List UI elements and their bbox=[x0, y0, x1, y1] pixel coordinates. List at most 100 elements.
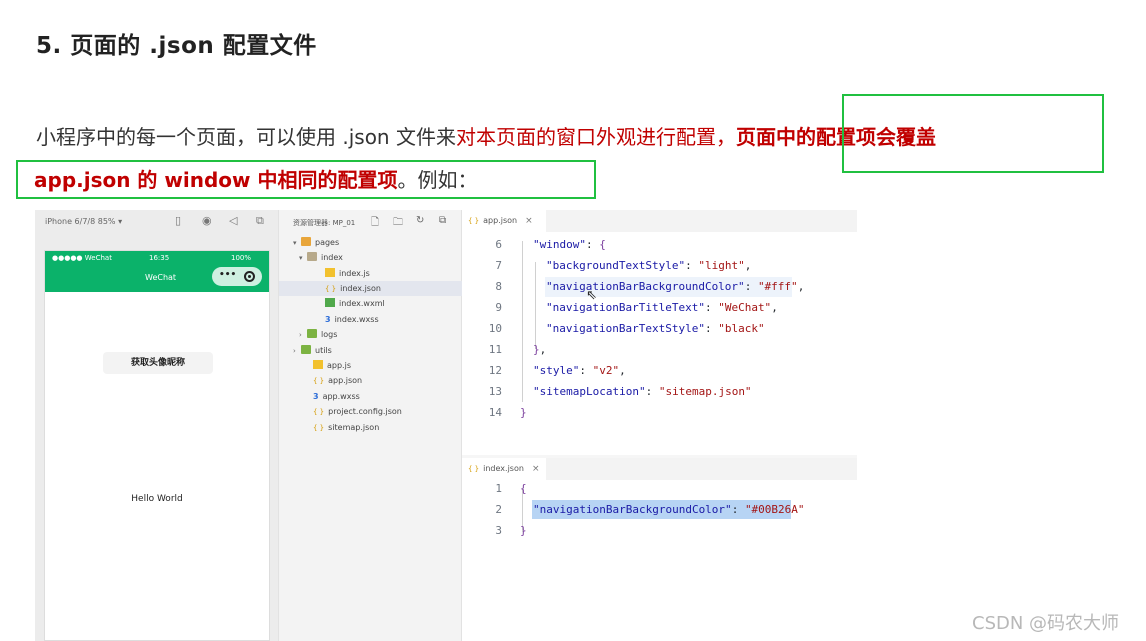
nav-title: WeChat bbox=[145, 273, 177, 282]
tree-item[interactable]: › utils bbox=[293, 343, 332, 358]
chevron-icon[interactable]: › bbox=[293, 344, 301, 359]
capsule-menu[interactable]: ••• bbox=[212, 267, 262, 286]
carrier-text: ●●●●● WeChat bbox=[52, 254, 112, 262]
tree-item-label: utils bbox=[315, 346, 332, 355]
simulator-toolbar: iPhone 6/7/8 85% ▾ ▯ ◉ ◁ ⧉ bbox=[35, 210, 278, 232]
json-file-icon: { } bbox=[313, 424, 325, 432]
code-line[interactable]: 7 "backgroundTextStyle": "light", bbox=[462, 255, 857, 276]
code-line[interactable]: 2 "navigationBarBackgroundColor": "#00B26… bbox=[462, 499, 857, 520]
line-number: 2 bbox=[495, 503, 502, 516]
folder-icon bbox=[301, 237, 311, 246]
tree-item[interactable]: ▾ index bbox=[299, 250, 343, 265]
explorer-header: 资源管理器: MP_01 🗋 🗀 ↻ ⧉ bbox=[279, 210, 463, 234]
code-line[interactable]: 8 "navigationBarBackgroundColor": "#fff", bbox=[462, 276, 857, 297]
code-line[interactable]: 13 "sitemapLocation": "sitemap.json" bbox=[462, 381, 857, 402]
line-number: 14 bbox=[488, 406, 502, 419]
tree-item[interactable]: { } project.config.json bbox=[305, 404, 402, 419]
code-line[interactable]: 9 "navigationBarTitleText": "WeChat", bbox=[462, 297, 857, 318]
json-file-icon: { } bbox=[313, 408, 325, 416]
tree-item-label: index.json bbox=[340, 284, 381, 293]
code-text: "navigationBarTextStyle": "black" bbox=[546, 322, 765, 335]
code-line[interactable]: 14} bbox=[462, 402, 857, 423]
new-file-icon[interactable]: 🗋 bbox=[371, 215, 379, 232]
code-text: "backgroundTextStyle": "light", bbox=[546, 259, 752, 272]
tree-item[interactable]: { } app.json bbox=[305, 373, 362, 388]
code-text: "navigationBarBackgroundColor": "#fff", bbox=[546, 280, 805, 293]
tab-app-json[interactable]: { } app.json × bbox=[462, 210, 546, 232]
mouse-cursor-icon: ⇖ bbox=[586, 288, 597, 303]
code-text: "style": "v2", bbox=[533, 364, 626, 377]
highlight-box-green bbox=[16, 160, 596, 199]
more-icon[interactable]: ••• bbox=[219, 270, 236, 280]
folder-open-icon bbox=[307, 252, 317, 261]
code-text: } bbox=[520, 524, 527, 537]
code-text: { bbox=[520, 482, 527, 495]
tree-item-label: index.js bbox=[339, 269, 370, 278]
json-file-icon: { } bbox=[313, 377, 325, 385]
line-number: 1 bbox=[495, 482, 502, 495]
line-number: 7 bbox=[495, 259, 502, 272]
line-number: 12 bbox=[488, 364, 502, 377]
record-icon[interactable]: ◉ bbox=[202, 214, 212, 227]
tree-item[interactable]: app.js bbox=[305, 358, 351, 373]
code-line[interactable]: 10 "navigationBarTextStyle": "black" bbox=[462, 318, 857, 339]
refresh-icon[interactable]: ↻ bbox=[416, 215, 424, 226]
json-file-icon: { } bbox=[468, 217, 480, 225]
tree-item[interactable]: 3 app.wxss bbox=[305, 389, 360, 404]
code-line[interactable]: 1{ bbox=[462, 478, 857, 499]
line-number: 13 bbox=[488, 385, 502, 398]
tab-label: app.json bbox=[483, 216, 518, 225]
tree-item[interactable]: index.wxml bbox=[317, 296, 385, 311]
tree-item-label: app.json bbox=[328, 376, 363, 385]
tab-index-json[interactable]: { } index.json × bbox=[462, 458, 546, 480]
wxss-file-icon: 3 bbox=[325, 315, 331, 324]
chevron-icon[interactable]: › bbox=[299, 328, 307, 343]
folder-icon bbox=[301, 345, 311, 354]
tree-item[interactable]: 3 index.wxss bbox=[317, 312, 379, 327]
close-circle-icon[interactable] bbox=[244, 271, 255, 282]
js-file-icon bbox=[325, 268, 335, 277]
tree-item[interactable]: { } sitemap.json bbox=[305, 420, 379, 435]
line-number: 9 bbox=[495, 301, 502, 314]
chevron-icon[interactable]: ▾ bbox=[293, 236, 301, 251]
close-icon[interactable]: × bbox=[532, 464, 540, 474]
highlight-box-green bbox=[842, 94, 1104, 173]
js-file-icon bbox=[313, 360, 323, 369]
code-line[interactable]: 3} bbox=[462, 520, 857, 541]
chevron-icon[interactable]: ▾ bbox=[299, 251, 307, 266]
tree-item[interactable]: index.js bbox=[317, 266, 370, 281]
tab-label: index.json bbox=[483, 464, 524, 473]
code-text: "sitemapLocation": "sitemap.json" bbox=[533, 385, 752, 398]
wxss-file-icon: 3 bbox=[313, 392, 319, 401]
tree-item[interactable]: › logs bbox=[299, 327, 337, 342]
line-number: 3 bbox=[495, 524, 502, 537]
device-selector[interactable]: iPhone 6/7/8 85% ▾ bbox=[45, 217, 122, 226]
code-line[interactable]: 11}, bbox=[462, 339, 857, 360]
get-avatar-button[interactable]: 获取头像昵称 bbox=[103, 352, 213, 374]
tree-item[interactable]: ▾ pages bbox=[293, 235, 339, 250]
red-text: 对本页面的窗口外观进行配置， bbox=[455, 125, 736, 149]
volume-icon[interactable]: ◁ bbox=[229, 214, 237, 227]
status-time: 16:35 bbox=[149, 254, 170, 262]
json-file-icon: { } bbox=[468, 465, 480, 473]
editor-app-json[interactable]: { } app.json × 6 "window": { 7 "backgroundTex… bbox=[462, 210, 857, 455]
phone-icon[interactable]: ▯ bbox=[175, 214, 181, 227]
editor-index-json[interactable]: { } index.json × 1{2 "navigationBarBackgrou… bbox=[462, 458, 857, 641]
new-folder-icon[interactable]: 🗀 bbox=[393, 215, 403, 232]
battery-text: 100% bbox=[231, 254, 252, 262]
explorer-title: 资源管理器: MP_01 bbox=[293, 219, 356, 227]
code-line[interactable]: 6 "window": { bbox=[462, 234, 857, 255]
tree-item-label: app.js bbox=[327, 361, 351, 370]
close-icon[interactable]: × bbox=[525, 216, 533, 226]
code-line[interactable]: 12 "style": "v2", bbox=[462, 360, 857, 381]
code-text: }, bbox=[533, 343, 547, 356]
tree-item[interactable]: { } index.json bbox=[279, 281, 462, 296]
json-file-icon: { } bbox=[325, 285, 337, 293]
code-text: } bbox=[520, 406, 527, 419]
collapse-icon[interactable]: ⧉ bbox=[439, 215, 446, 226]
code-text: "window": { bbox=[533, 238, 606, 251]
window-icon[interactable]: ⧉ bbox=[256, 214, 264, 228]
slide-title: 5. 页面的 .json 配置文件 bbox=[36, 33, 317, 59]
simulator-panel: iPhone 6/7/8 85% ▾ ▯ ◉ ◁ ⧉ ●●●●● WeChat … bbox=[35, 210, 278, 641]
tree-item-label: app.wxss bbox=[322, 392, 360, 401]
